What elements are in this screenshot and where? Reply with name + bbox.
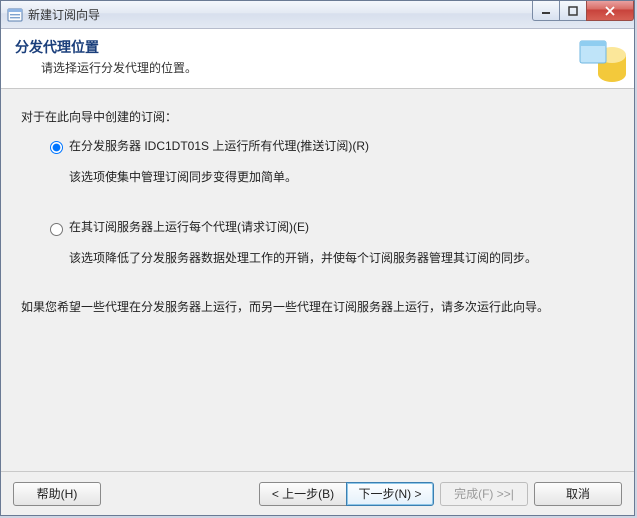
option-pull-desc: 该选项降低了分发服务器数据处理工作的开销，并使每个订阅服务器管理其订阅的同步。 [69, 250, 614, 267]
window-title: 新建订阅向导 [28, 6, 100, 23]
wizard-content: 对于在此向导中创建的订阅： 在分发服务器 IDC1DT01S 上运行所有代理(推… [1, 89, 634, 316]
option-push-subscription[interactable]: 在分发服务器 IDC1DT01S 上运行所有代理(推送订阅)(R) [45, 138, 614, 155]
finish-button: 完成(F) >>| [440, 482, 528, 506]
option-pull-label: 在其订阅服务器上运行每个代理(请求订阅)(E) [69, 219, 309, 236]
radio-pull[interactable] [50, 223, 63, 236]
window-controls [533, 1, 634, 21]
option-push-label: 在分发服务器 IDC1DT01S 上运行所有代理(推送订阅)(R) [69, 138, 369, 155]
close-button[interactable] [586, 1, 634, 21]
wizard-window: 新建订阅向导 分发代理位置 请选择运行分发代理的位置。 [0, 0, 635, 516]
page-title: 分发代理位置 [15, 37, 620, 57]
nav-button-group: < 上一步(B) 下一步(N) > [259, 482, 434, 506]
option-push-desc: 该选项使集中管理订阅同步变得更加简单。 [69, 169, 614, 186]
wizard-header: 分发代理位置 请选择运行分发代理的位置。 [1, 29, 634, 89]
app-icon [7, 7, 23, 23]
maximize-button[interactable] [559, 1, 587, 21]
next-button[interactable]: 下一步(N) > [346, 482, 434, 506]
intro-text: 对于在此向导中创建的订阅： [21, 109, 614, 126]
option-pull-subscription[interactable]: 在其订阅服务器上运行每个代理(请求订阅)(E) [45, 219, 614, 236]
cancel-button[interactable]: 取消 [534, 482, 622, 506]
back-button[interactable]: < 上一步(B) [259, 482, 347, 506]
titlebar: 新建订阅向导 [1, 1, 634, 29]
header-graphic-icon [578, 35, 628, 85]
page-subtitle: 请选择运行分发代理的位置。 [41, 59, 620, 76]
radio-push[interactable] [50, 141, 63, 154]
wizard-footer: 帮助(H) < 上一步(B) 下一步(N) > 完成(F) >>| 取消 [1, 471, 634, 515]
help-button[interactable]: 帮助(H) [13, 482, 101, 506]
minimize-button[interactable] [532, 1, 560, 21]
footer-note: 如果您希望一些代理在分发服务器上运行，而另一些代理在订阅服务器上运行，请多次运行… [21, 299, 614, 316]
